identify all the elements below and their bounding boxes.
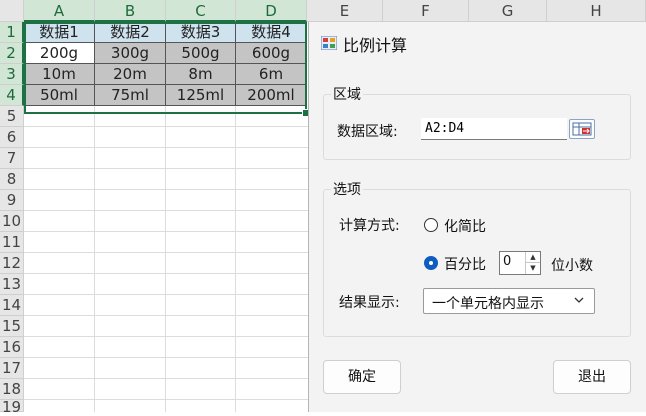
calc-method-label: 计算方式: <box>339 218 400 234</box>
cell-d1[interactable]: 数据4 <box>236 22 307 43</box>
empty-cells-area-top[interactable] <box>307 0 308 22</box>
cell-a4[interactable]: 50ml <box>24 85 95 106</box>
row-header-16[interactable]: 16 <box>0 337 24 358</box>
column-header-d[interactable]: D <box>236 0 307 22</box>
data-range-input[interactable] <box>421 118 567 140</box>
cell-c4[interactable]: 125ml <box>166 85 236 106</box>
app-icon <box>321 36 337 50</box>
row-header-18[interactable]: 18 <box>0 379 24 400</box>
chevron-down-icon <box>574 297 584 303</box>
cell-d2[interactable]: 600g <box>236 43 307 64</box>
data-range-label: 数据区域: <box>337 124 398 140</box>
decimals-suffix: 位小数 <box>551 258 593 274</box>
row-header-4[interactable]: 4 <box>0 85 24 106</box>
column-header-c[interactable]: C <box>166 0 236 22</box>
decimals-value[interactable]: 0 <box>503 254 511 269</box>
cell-c1[interactable]: 数据3 <box>166 22 236 43</box>
empty-cells-area[interactable] <box>24 106 308 412</box>
row-header-13[interactable]: 13 <box>0 274 24 295</box>
select-all-corner[interactable] <box>0 0 24 22</box>
spin-up-icon[interactable]: ▲ <box>526 252 540 263</box>
result-display-select[interactable]: 一个单元格内显示 <box>423 288 595 314</box>
row-header-17[interactable]: 17 <box>0 358 24 379</box>
dialog-title: 比例计算 <box>343 36 408 55</box>
exit-button[interactable]: 退出 <box>553 360 631 394</box>
row-header-8[interactable]: 8 <box>0 169 24 190</box>
cell-b1[interactable]: 数据2 <box>95 22 166 43</box>
column-header-e[interactable]: E <box>307 0 383 22</box>
cell-c2[interactable]: 500g <box>166 43 236 64</box>
cell-d3[interactable]: 6m <box>236 64 307 85</box>
row-header-12[interactable]: 12 <box>0 253 24 274</box>
row-header-10[interactable]: 10 <box>0 211 24 232</box>
spin-down-icon[interactable]: ▼ <box>526 263 540 274</box>
row-header-1[interactable]: 1 <box>0 22 24 43</box>
ratio-calc-dialog: 比例计算 区域 数据区域: 选项 计算方式: 化简比 百分比 0 ▲ ▼ 位小数… <box>308 22 646 412</box>
options-group-label: 选项 <box>331 179 363 199</box>
cell-a1[interactable]: 数据1 <box>24 22 95 43</box>
decimals-spin-buttons: ▲ ▼ <box>525 252 540 274</box>
row-header-2[interactable]: 2 <box>0 43 24 64</box>
row-header-14[interactable]: 14 <box>0 295 24 316</box>
cell-a3[interactable]: 10m <box>24 64 95 85</box>
dialog-titlebar[interactable]: 比例计算 <box>309 22 646 62</box>
cell-c3[interactable]: 8m <box>166 64 236 85</box>
row-header-5[interactable]: 5 <box>0 106 24 127</box>
row-header-3[interactable]: 3 <box>0 64 24 85</box>
row-header-9[interactable]: 9 <box>0 190 24 211</box>
cell-b2[interactable]: 300g <box>95 43 166 64</box>
row-header-19[interactable]: 19 <box>0 400 24 415</box>
column-header-g[interactable]: G <box>469 0 547 22</box>
cell-d4[interactable]: 200ml <box>236 85 307 106</box>
percent-label[interactable]: 百分比 <box>444 254 486 274</box>
row-header-15[interactable]: 15 <box>0 316 24 337</box>
ok-button[interactable]: 确定 <box>323 360 401 394</box>
result-display-label: 结果显示: <box>339 295 400 311</box>
column-header-a[interactable]: A <box>24 0 95 22</box>
region-group-label: 区域 <box>331 84 363 104</box>
result-display-value: 一个单元格内显示 <box>432 296 544 312</box>
row-header-7[interactable]: 7 <box>0 148 24 169</box>
cell-a2[interactable]: 200g <box>24 43 95 64</box>
simplify-radio[interactable] <box>424 218 438 232</box>
cell-b3[interactable]: 20m <box>95 64 166 85</box>
row-header-11[interactable]: 11 <box>0 232 24 253</box>
simplify-label[interactable]: 化简比 <box>444 216 486 236</box>
column-header-b[interactable]: B <box>95 0 166 22</box>
row-header-6[interactable]: 6 <box>0 127 24 148</box>
range-picker-icon <box>572 122 592 136</box>
cell-b4[interactable]: 75ml <box>95 85 166 106</box>
decimals-spinner[interactable]: 0 ▲ ▼ <box>499 251 541 275</box>
column-header-h[interactable]: H <box>547 0 646 22</box>
column-header-f[interactable]: F <box>383 0 469 22</box>
range-picker-button[interactable] <box>569 119 595 139</box>
percent-radio[interactable] <box>424 256 438 270</box>
